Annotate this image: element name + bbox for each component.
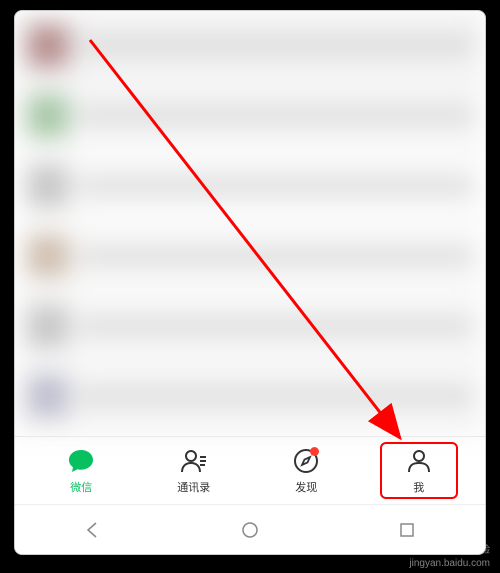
watermark-url: jingyan.baidu.com	[409, 557, 490, 570]
tab-contacts[interactable]: 通讯录	[159, 446, 229, 495]
tab-label: 微信	[70, 479, 92, 495]
me-icon	[404, 446, 434, 476]
tab-label: 发现	[295, 479, 317, 495]
tab-discover[interactable]: 发现	[271, 446, 341, 495]
nav-home-button[interactable]	[238, 518, 262, 542]
nav-back-button[interactable]	[81, 518, 105, 542]
contacts-icon	[179, 446, 209, 476]
tab-me[interactable]: 我	[384, 446, 454, 495]
watermark-brand: Baidu 经验	[409, 544, 490, 557]
discover-icon	[291, 446, 321, 476]
chat-bubble-icon	[66, 446, 96, 476]
tab-chats[interactable]: 微信	[46, 446, 116, 495]
nav-recent-button[interactable]	[395, 518, 419, 542]
tab-label: 通讯录	[177, 479, 210, 495]
bottom-tab-bar: 微信 通讯录 发现	[15, 436, 485, 504]
watermark: Baidu 经验 jingyan.baidu.com	[409, 544, 490, 570]
chat-list-blurred	[15, 11, 485, 436]
phone-frame: 微信 通讯录 发现	[14, 10, 486, 555]
tab-label: 我	[413, 479, 424, 495]
